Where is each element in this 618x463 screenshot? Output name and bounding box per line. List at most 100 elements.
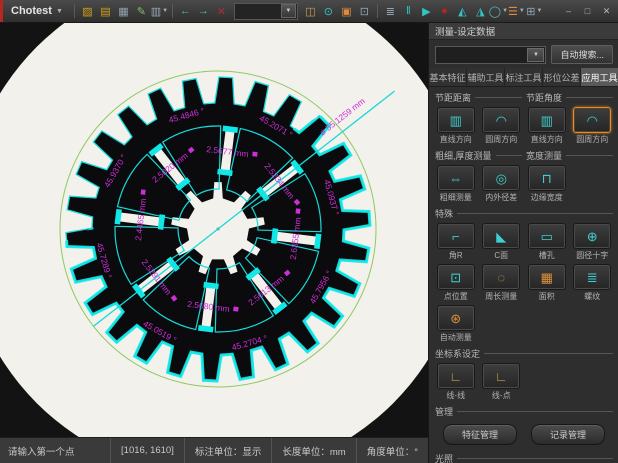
feature-management-button[interactable]: 特征管理: [443, 424, 517, 445]
tool-grid: ⇔粗细测量◎内外径差⊓边缘宽度: [433, 163, 615, 204]
auto-measure-icon[interactable]: ⊛: [437, 305, 475, 331]
play-icon[interactable]: ▶: [418, 3, 435, 20]
edge-width-icon[interactable]: ⊓: [528, 165, 566, 191]
screen-capture-icon: ⊞: [526, 5, 535, 18]
thickness-icon[interactable]: ⇔: [437, 165, 475, 191]
c-face-icon[interactable]: ◣: [482, 223, 520, 249]
toolbar-separator: [377, 4, 378, 18]
slot-hole-icon[interactable]: ▭: [528, 223, 566, 249]
maximize-button[interactable]: □: [580, 4, 595, 19]
line-point-axis-icon[interactable]: ∟: [482, 363, 520, 389]
section-headers: 特殊: [433, 206, 615, 221]
undo-icon[interactable]: ←: [177, 3, 194, 20]
line-line-axis-icon[interactable]: ∟: [437, 363, 475, 389]
main-toolbar: Chotest ▼ ▨▤▦✎▥▼←→✕▼◫⊙▣⊡≣‖▶●◭◮◯▼☰▼⊞▼ –□✕: [0, 0, 618, 23]
delete-icon[interactable]: ✕: [213, 3, 230, 20]
tool-内外径差: ◎内外径差: [479, 165, 525, 203]
inner-outer-diameter-icon[interactable]: ◎: [482, 165, 520, 191]
toolbar-icons: ▨▤▦✎▥▼←→✕▼◫⊙▣⊡≣‖▶●◭◮◯▼☰▼⊞▼: [79, 3, 543, 20]
tab-应用工具[interactable]: 应用工具: [581, 68, 618, 86]
thread-icon[interactable]: ≣: [573, 264, 611, 290]
pitch-linear-icon[interactable]: ▥: [437, 107, 475, 133]
image-b-icon[interactable]: ◮: [472, 3, 489, 20]
save-as-icon: ▥: [151, 5, 161, 18]
tool-sections: 节距距离节距角度▥直线方向◠圆周方向▥直线方向◠圆周方向粗细,厚度测量宽度测量⇔…: [429, 87, 618, 463]
chevron-down-icon: ▼: [56, 8, 63, 15]
redo-icon[interactable]: →: [195, 3, 212, 20]
record-icon: ●: [441, 5, 448, 17]
record-management-button[interactable]: 记录管理: [531, 424, 605, 445]
data-select-combo[interactable]: ▼: [435, 46, 546, 64]
app-title: Chotest: [11, 5, 52, 17]
barcode-icon[interactable]: ‖: [400, 3, 417, 20]
section-title: 坐标系设定: [433, 346, 615, 361]
open-project-icon[interactable]: ▤: [97, 3, 114, 20]
label-leader-marker: [233, 306, 239, 311]
pitch-circular-icon[interactable]: ◠: [482, 107, 520, 133]
status-unit-0: 标注单位：显示: [184, 438, 272, 463]
circle-cross-icon[interactable]: ⊕: [573, 223, 611, 249]
cursor-coordinates: [1016, 1610]: [110, 438, 184, 463]
camera-viewport[interactable]: ø 55.1259 mm2.5234 mm2.5677 mm2.5020 mm2…: [0, 23, 428, 437]
chevron-down-icon[interactable]: ▼: [527, 48, 544, 62]
point-position-icon[interactable]: ⊡: [437, 264, 475, 290]
pitch-angle-linear-icon[interactable]: ▥: [528, 107, 566, 133]
status-prompt: 请输入第一个点: [0, 438, 110, 463]
chevron-down-icon[interactable]: ▼: [537, 8, 543, 14]
tab-辅助工具[interactable]: 辅助工具: [467, 68, 505, 86]
tool-label: 圆周方向: [485, 134, 517, 145]
save-icon: ▦: [118, 5, 128, 18]
play-icon: ▶: [422, 5, 430, 18]
image-a-icon[interactable]: ◭: [454, 3, 471, 20]
accent-bar: [0, 0, 3, 22]
tab-形位公差[interactable]: 形位公差: [543, 68, 581, 86]
toolbar-separator: [172, 4, 173, 18]
save-icon[interactable]: ▦: [115, 3, 132, 20]
tool-螺纹: ≣螺纹: [570, 264, 616, 302]
edit-report-icon: ✎: [137, 5, 146, 18]
tab-标注工具[interactable]: 标注工具: [505, 68, 543, 86]
tool-label: 线-线: [446, 390, 465, 401]
label-leader-marker: [252, 152, 258, 157]
close-button[interactable]: ✕: [599, 4, 614, 19]
crop-frame-icon: ▣: [341, 5, 351, 18]
section-title: 管理: [433, 404, 615, 419]
chevron-down-icon[interactable]: ▼: [519, 8, 525, 14]
tool-自动测量: ⊛自动测量: [433, 305, 479, 343]
magnifier-icon[interactable]: ⊙: [320, 3, 337, 20]
minimize-button[interactable]: –: [561, 4, 576, 19]
section-title: 节距距离: [433, 90, 524, 105]
measure-mode-combo[interactable]: ▼: [234, 3, 298, 20]
open-file-icon[interactable]: ▨: [79, 3, 96, 20]
corner-r-icon[interactable]: ⌐: [437, 223, 475, 249]
tool-grid: ∟线-线∟线-点: [433, 361, 615, 402]
crop-frame-icon[interactable]: ▣: [338, 3, 355, 20]
layers-icon[interactable]: ☰▼: [508, 3, 525, 20]
screen-capture-icon[interactable]: ⊞▼: [526, 3, 543, 20]
label-leader-marker: [141, 189, 146, 195]
image-search-icon[interactable]: ◫: [302, 3, 319, 20]
tool-label: 直线方向: [531, 134, 563, 145]
area-icon[interactable]: ▦: [528, 264, 566, 290]
tool-label: 螺纹: [584, 291, 600, 302]
list-icon[interactable]: ≣: [382, 3, 399, 20]
tool-grid: ▥直线方向◠圆周方向▥直线方向◠圆周方向: [433, 105, 615, 146]
display-icon[interactable]: ⊡: [356, 3, 373, 20]
tab-基本特征[interactable]: 基本特征: [429, 68, 467, 86]
tool-直线方向: ▥直线方向: [524, 107, 570, 145]
record-icon[interactable]: ●: [436, 3, 453, 20]
section-headers: 坐标系设定: [433, 346, 615, 361]
data-select-row: ▼ 自动搜索...: [429, 40, 618, 68]
pitch-angle-circular-icon[interactable]: ◠: [573, 107, 611, 133]
auto-search-button[interactable]: 自动搜索...: [551, 45, 613, 64]
app-menu-button[interactable]: Chotest ▼: [7, 5, 70, 17]
perimeter-icon[interactable]: ◌: [482, 264, 520, 290]
tool-角R: ⌐角R: [433, 223, 479, 261]
tool-grid: ⌐角R◣C面▭槽孔⊕圆径十字⊡点位置◌周长测量▦面积≣螺纹⊛自动测量: [433, 221, 615, 344]
chevron-down-icon[interactable]: ▼: [162, 8, 168, 14]
chevron-down-icon[interactable]: ▼: [281, 4, 296, 18]
edit-report-icon[interactable]: ✎: [133, 3, 150, 20]
layers-icon: ☰: [508, 5, 518, 18]
circle-tool-icon[interactable]: ◯▼: [490, 3, 507, 20]
save-as-icon[interactable]: ▥▼: [151, 3, 168, 20]
